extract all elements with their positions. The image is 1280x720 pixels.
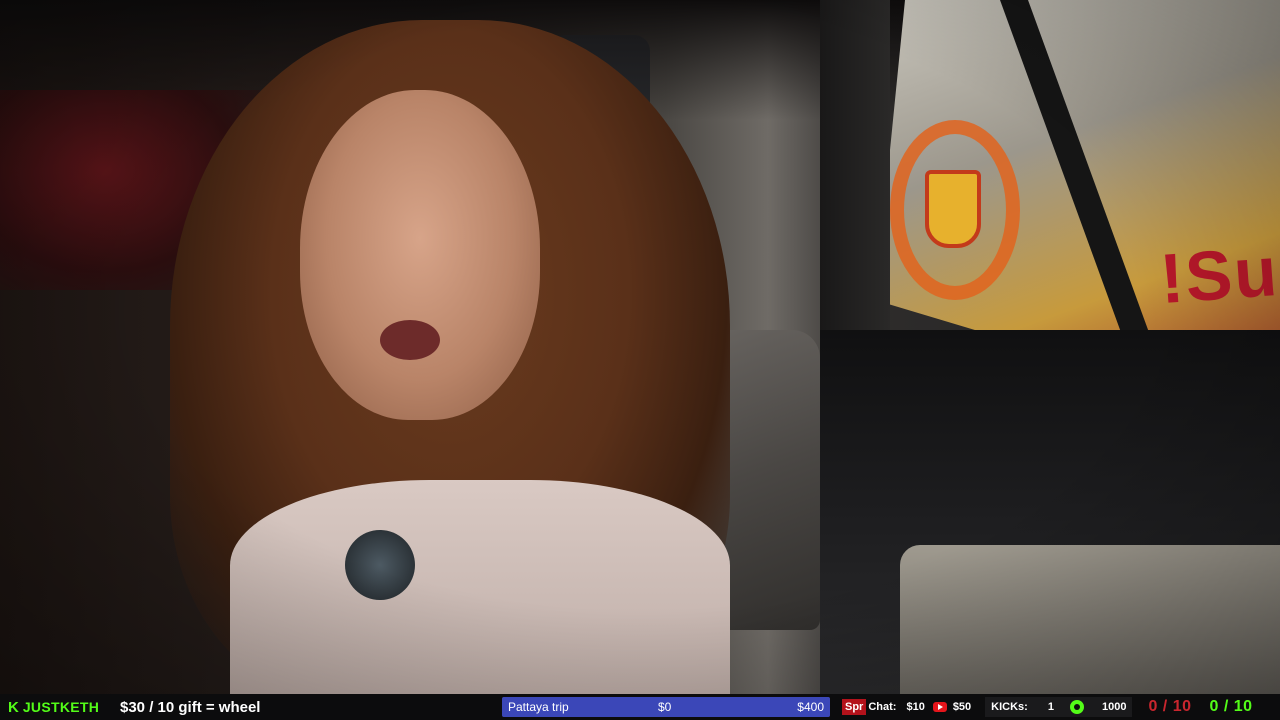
kicks-widget: KICKs: 1 1000 (985, 697, 1133, 717)
counter-red: 0 / 10 (1148, 698, 1192, 715)
kicks-coin-icon (1069, 700, 1084, 714)
super-chat-badge: Spr (842, 699, 867, 715)
promo-text: $30 / 10 gift = wheel (120, 698, 261, 716)
kick-logo-icon: K (8, 698, 19, 716)
goal-current: $0 (658, 700, 672, 714)
youtube-icon (932, 702, 947, 712)
counter-green: 0 / 10 (1209, 698, 1253, 715)
stream-overlay-bar: K JUSTKETH $30 / 10 gift = wheel Pattaya… (0, 694, 1280, 720)
kicks-label: KICKs: (991, 701, 1028, 713)
super-chat-value: $10 (906, 701, 925, 713)
brand: K JUSTKETH (8, 699, 112, 716)
kicks-target: 1000 (1101, 701, 1127, 713)
goal-progress-bar: Pattaya trip $0 $400 (502, 697, 830, 717)
youtube-value: $50 (952, 701, 972, 713)
goal-label: Pattaya trip (508, 700, 569, 714)
video-feed: !Su (0, 0, 1280, 694)
super-chat-label: Chat: (868, 701, 897, 713)
super-chat-widget: Spr Chat: $10 $50 (842, 699, 971, 715)
kicks-count: 1 (1047, 701, 1054, 713)
goal-target: $400 (797, 700, 824, 714)
video-vignette (0, 0, 1280, 694)
brand-name: JUSTKETH (22, 699, 100, 715)
